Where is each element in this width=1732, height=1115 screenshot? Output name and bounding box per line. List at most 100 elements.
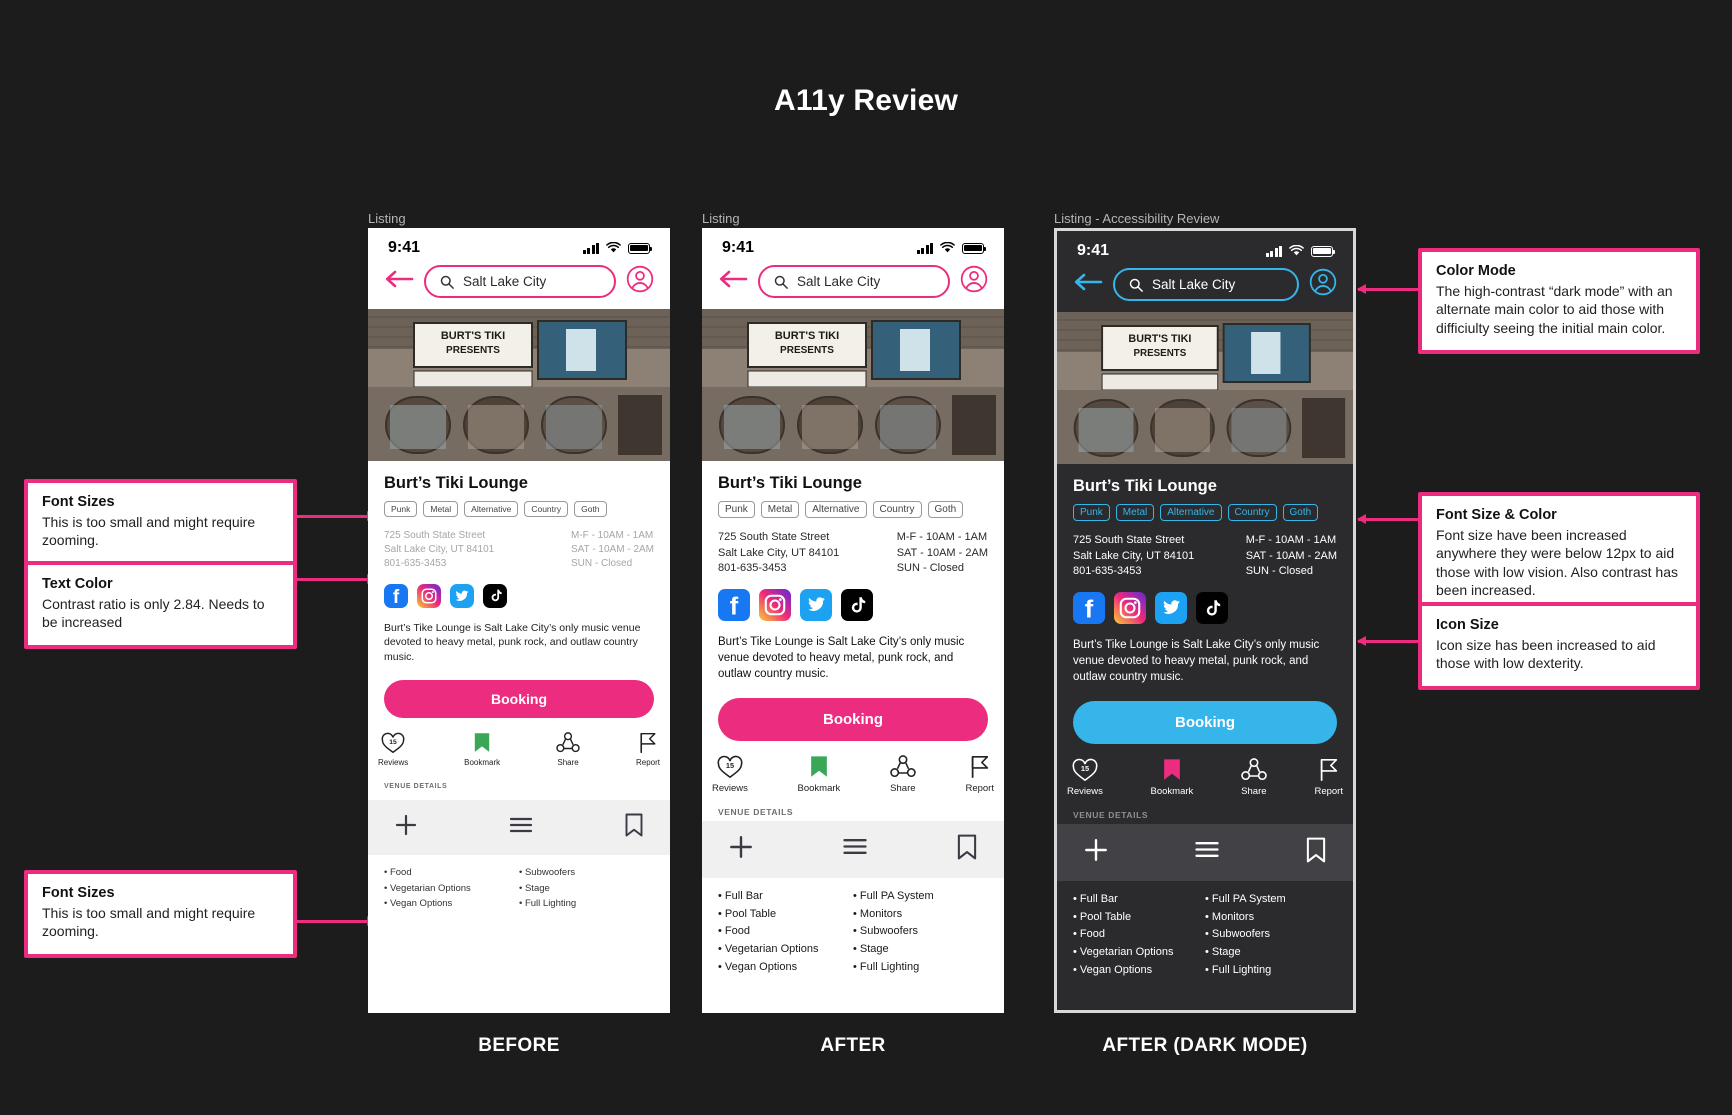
amenity-item: • Food [1073,928,1105,941]
svg-text:PRESENTS: PRESENTS [446,345,500,356]
genre-tag[interactable]: Metal [760,501,800,518]
action-bookmark[interactable]: Bookmark [798,755,840,794]
action-report[interactable]: Report [1314,758,1343,797]
genre-tag[interactable]: Punk [384,501,418,517]
amenity-item: • Vegetarian Options [1073,946,1174,959]
phone-mockup-after-dark[interactable]: 9:41 Salt Lake City BURT'S TIKI PRESENTS… [1054,228,1356,1013]
search-input[interactable]: Salt Lake City [424,265,616,298]
search-row: Salt Lake City [702,261,1004,309]
plus-icon[interactable] [1083,837,1109,868]
hours-line: SAT - 10AM - 2AM [896,546,988,559]
genre-tag[interactable]: Goth [1282,504,1319,521]
back-arrow-icon[interactable] [384,269,414,294]
status-icons [582,242,653,254]
bookmark-outline-icon[interactable] [624,813,644,842]
genre-tag[interactable]: Country [524,501,569,517]
svg-text:15: 15 [1081,764,1089,773]
venue-hours: M-F - 10AM - 1AM SAT - 10AM - 2AM SUN - … [897,530,988,577]
facebook-icon[interactable]: f [384,583,408,608]
twitter-icon[interactable] [450,583,474,608]
venue-name: Burt’s Tiki Lounge [384,474,528,492]
plus-icon[interactable] [728,834,754,865]
genre-tag[interactable]: Goth [927,501,964,518]
back-arrow-icon[interactable] [718,269,748,294]
genre-tag[interactable]: Goth [574,501,607,517]
avatar[interactable] [626,265,654,298]
tiktok-icon[interactable] [483,583,507,608]
amenity-item: • Full Lighting [519,898,577,910]
svg-text:f: f [730,592,739,620]
avatar[interactable] [960,265,988,298]
genre-tags: Punk Metal Alternative Country Goth [1073,504,1337,521]
avatar[interactable] [1309,268,1337,301]
status-bar: 9:41 [368,228,670,261]
wifi-icon [606,242,621,253]
amenity-item: • Full Bar [718,889,763,902]
genre-tag[interactable]: Metal [423,501,459,517]
menu-icon[interactable] [842,836,868,862]
action-label: Report [1314,785,1343,797]
genre-tag[interactable]: Country [1227,504,1277,521]
action-bookmark[interactable]: Bookmark [1150,758,1194,797]
genre-tag[interactable]: Alternative [805,501,867,518]
menu-icon[interactable] [1194,839,1220,865]
facebook-icon[interactable]: f [718,588,750,621]
search-input[interactable]: Salt Lake City [1113,268,1299,301]
genre-tag[interactable]: Metal [1115,504,1155,521]
venue-description: Burt’s Tike Lounge is Salt Lake City’s o… [384,621,641,664]
twitter-icon[interactable] [800,588,832,621]
plus-icon[interactable] [394,813,418,842]
address-line: 725 South State Street [1073,534,1185,546]
action-label: Bookmark [1150,785,1194,797]
phone-mockup-after[interactable]: 9:41 Salt Lake City BURT'S TIKI PRESENTS… [702,228,1004,1013]
amenity-item: • Subwoofers [519,867,576,879]
tiktok-icon[interactable] [1196,591,1228,624]
action-report[interactable]: Report [636,732,660,767]
facebook-icon[interactable]: f [1073,591,1105,624]
action-row: 15 Reviews Bookmark Share Report [1057,744,1353,805]
hours-line: SUN - Closed [571,558,633,570]
genre-tag[interactable]: Country [872,501,922,518]
genre-tag[interactable]: Punk [718,501,755,518]
venue-address: 725 South State Street Salt Lake City, U… [1073,533,1194,580]
action-share[interactable]: Share [890,754,916,794]
booking-button[interactable]: Booking [718,697,988,741]
hours-line: SAT - 10AM - 2AM [1245,549,1337,562]
action-reviews[interactable]: 15 Reviews [378,732,408,767]
bookmark-outline-icon[interactable] [1305,837,1327,868]
search-input[interactable]: Salt Lake City [758,265,950,298]
leader-line [1357,636,1418,646]
phone-number[interactable]: 801-635-3453 [718,561,839,577]
bookmark-outline-icon[interactable] [956,834,978,865]
genre-tag[interactable]: Punk [1073,504,1110,521]
instagram-icon[interactable] [759,588,791,621]
instagram-icon[interactable] [1114,591,1146,624]
phone-mockup-before[interactable]: 9:41 Salt Lake City BURT'S TIKI PRESENTS… [368,228,670,1013]
search-icon [440,275,454,289]
back-arrow-icon[interactable] [1073,272,1103,297]
phone-number[interactable]: 801-635-3453 [384,557,494,571]
heart-reviews-icon: 15 [717,755,743,778]
phone-number[interactable]: 801-635-3453 [1073,564,1194,580]
amenity-item: • Stage [853,943,889,956]
action-bookmark[interactable]: Bookmark [464,732,500,767]
bookmark-filled-icon [474,733,490,753]
amenity-item: • Stage [1205,946,1241,959]
action-share[interactable]: Share [556,732,580,767]
tiktok-icon[interactable] [841,588,873,621]
genre-tag[interactable]: Alternative [464,501,519,517]
action-reviews[interactable]: 15 Reviews [712,755,748,794]
action-reviews[interactable]: 15 Reviews [1067,758,1103,797]
hours-line: SUN - Closed [1245,565,1313,578]
action-share[interactable]: Share [1241,757,1267,797]
booking-button[interactable]: Booking [1073,700,1337,744]
amenity-item: • Vegetarian Options [384,882,471,894]
action-report[interactable]: Report [965,755,994,794]
genre-tag[interactable]: Alternative [1160,504,1222,521]
twitter-icon[interactable] [1155,591,1187,624]
booking-button[interactable]: Booking [384,680,654,719]
menu-icon[interactable] [509,815,533,840]
venue-description: Burt’s Tike Lounge is Salt Lake City’s o… [1073,638,1320,684]
svg-text:PRESENTS: PRESENTS [780,345,834,356]
instagram-icon[interactable] [417,583,441,608]
